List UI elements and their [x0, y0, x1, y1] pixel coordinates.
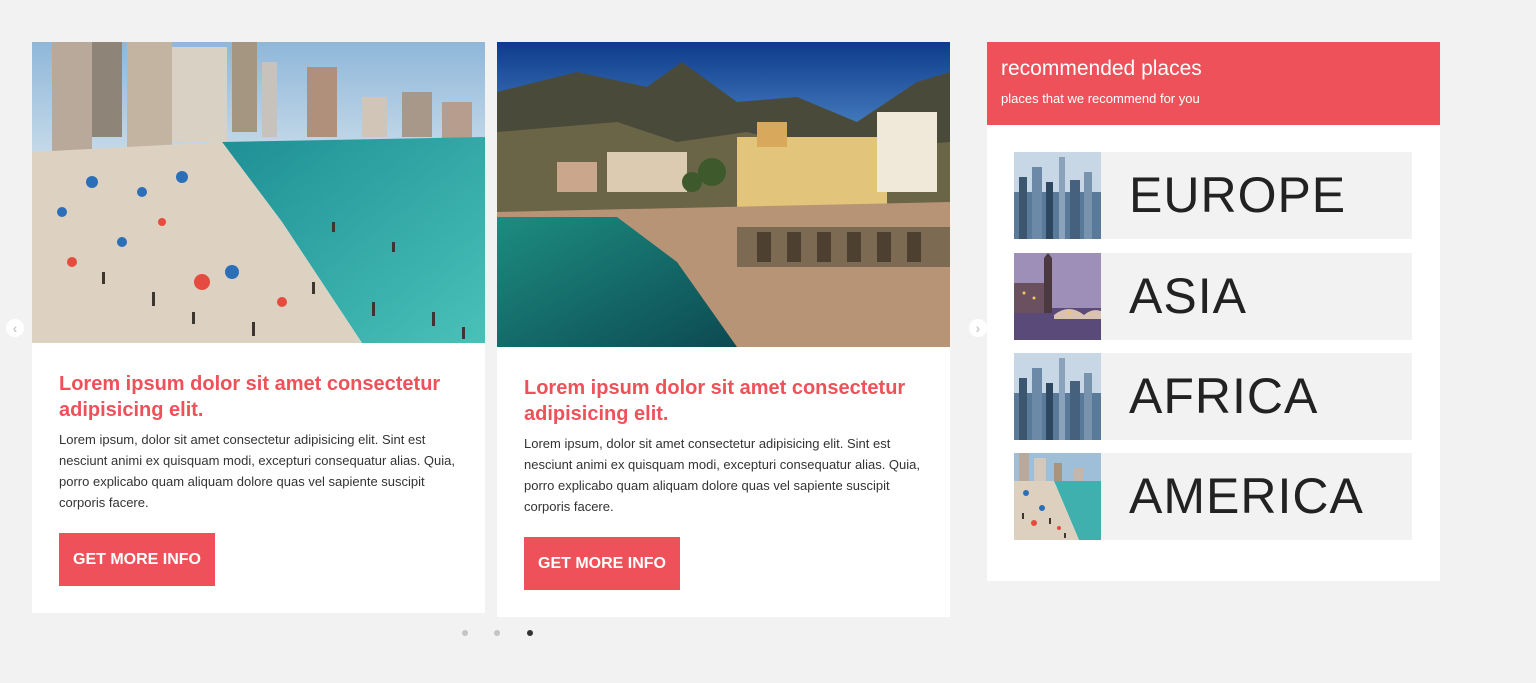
- card-description: Lorem ipsum, dolor sit amet consectetur …: [59, 432, 455, 510]
- recommended-places-panel: recommended places places that we recomm…: [987, 42, 1440, 581]
- place-thumbnail: [1014, 453, 1101, 540]
- carousel-dots: [460, 629, 540, 637]
- card-image-beach: [32, 42, 485, 343]
- carousel-dot-active[interactable]: [527, 630, 533, 636]
- place-label: EUROPE: [1129, 167, 1347, 223]
- card-description: Lorem ipsum, dolor sit amet consectetur …: [524, 436, 920, 514]
- place-item-europe[interactable]: EUROPE: [1014, 152, 1412, 239]
- card-image-coast: [497, 42, 950, 347]
- get-more-info-button[interactable]: GET MORE INFO: [524, 537, 680, 590]
- info-card: Lorem ipsum dolor sit amet consectetur a…: [32, 42, 485, 613]
- beach-crowd-image: [1014, 453, 1101, 540]
- carousel-dot[interactable]: [494, 630, 500, 636]
- panel-subtitle: places that we recommend for you: [1001, 91, 1200, 106]
- city-skyline-image: [1014, 152, 1101, 239]
- info-card: Lorem ipsum dolor sit amet consectetur a…: [497, 42, 950, 617]
- coast-photo: [497, 42, 950, 347]
- place-item-asia[interactable]: ASIA: [1014, 253, 1412, 340]
- place-item-america[interactable]: AMERICA: [1014, 453, 1412, 540]
- get-more-info-button[interactable]: GET MORE INFO: [59, 533, 215, 586]
- chevron-right-icon[interactable]: ›: [969, 319, 987, 337]
- place-thumbnail: [1014, 353, 1101, 440]
- place-item-africa[interactable]: AFRICA: [1014, 353, 1412, 440]
- place-label: AMERICA: [1129, 468, 1364, 524]
- beach-photo: [32, 42, 485, 343]
- panel-header: recommended places places that we recomm…: [987, 42, 1440, 125]
- place-thumbnail: [1014, 152, 1101, 239]
- place-label: AFRICA: [1129, 368, 1319, 424]
- card-title: Lorem ipsum dolor sit amet consectetur a…: [524, 377, 906, 425]
- place-label: ASIA: [1129, 268, 1247, 324]
- place-thumbnail: [1014, 253, 1101, 340]
- city-skyline-image: [1014, 353, 1101, 440]
- chevron-left-icon[interactable]: ‹: [6, 319, 24, 337]
- carousel-dot[interactable]: [462, 630, 468, 636]
- bridge-at-dusk-image: [1014, 253, 1101, 340]
- panel-title: recommended places: [1001, 57, 1202, 80]
- card-title: Lorem ipsum dolor sit amet consectetur a…: [59, 373, 441, 421]
